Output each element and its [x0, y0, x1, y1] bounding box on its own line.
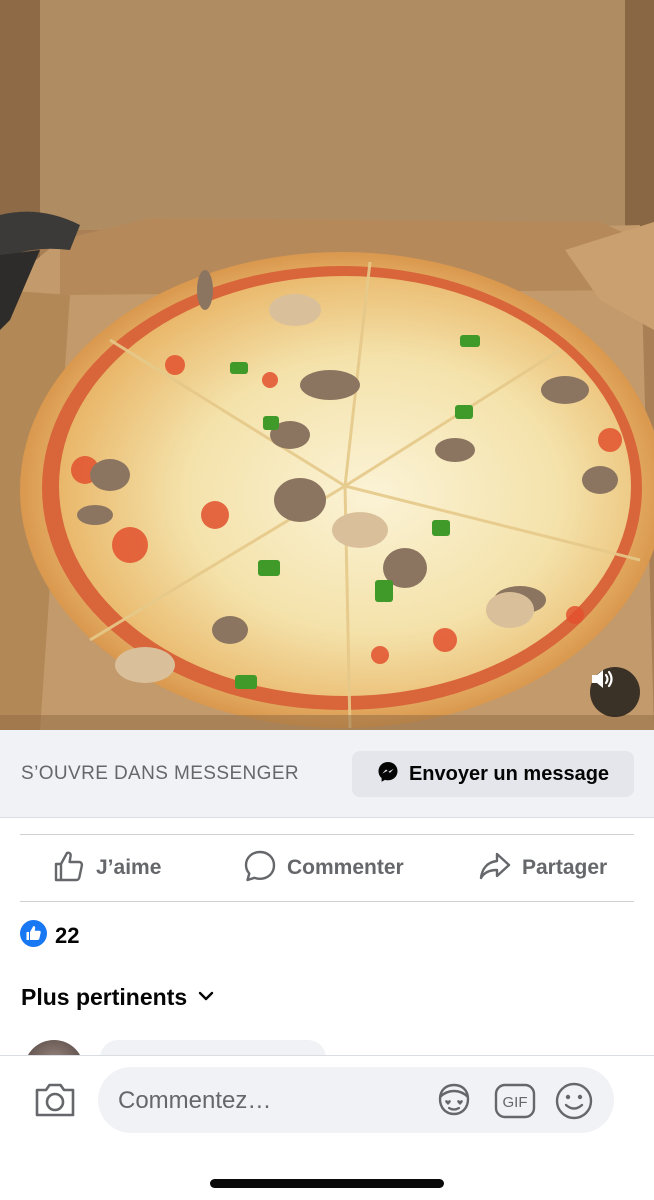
reaction-summary[interactable]: 22 — [20, 920, 79, 952]
divider — [20, 834, 634, 835]
messenger-icon — [377, 761, 399, 788]
comment-sort-dropdown[interactable]: Plus pertinents — [21, 984, 215, 1011]
share-label: Partager — [522, 856, 608, 879]
send-message-label: Envoyer un message — [408, 762, 610, 785]
thumbs-up-icon — [52, 849, 86, 888]
camera-icon[interactable] — [33, 1080, 77, 1125]
comment-button[interactable]: Commenter — [243, 848, 404, 888]
messenger-cta-bar: S’OUVRE DANS MESSENGER Envoyer un messag… — [0, 730, 654, 818]
post-video[interactable] — [0, 0, 654, 730]
like-button[interactable]: J’aime — [52, 848, 161, 888]
comment-label: Commenter — [287, 856, 404, 879]
chevron-down-icon — [197, 989, 215, 1007]
share-button[interactable]: Partager — [478, 848, 607, 888]
send-message-button[interactable]: Envoyer un message — [352, 751, 634, 797]
sound-toggle-button[interactable] — [590, 667, 640, 717]
comment-bubble-icon — [243, 849, 277, 888]
comment-input[interactable]: Commentez… GIF — [98, 1067, 614, 1133]
comment-composer: Commentez… GIF — [0, 1055, 654, 1200]
cta-label: S’OUVRE DANS MESSENGER — [21, 763, 300, 784]
like-reaction-icon — [20, 920, 47, 952]
reaction-count: 22 — [55, 923, 80, 948]
comment-placeholder: Commentez… — [118, 1087, 272, 1114]
comment-sort-label: Plus pertinents — [21, 984, 188, 1010]
share-arrow-icon — [478, 849, 512, 888]
pizza-image — [0, 0, 654, 730]
home-indicator — [210, 1179, 444, 1188]
avatar-sticker-icon[interactable] — [434, 1081, 474, 1124]
divider — [20, 901, 634, 902]
like-label: J’aime — [96, 856, 162, 879]
gif-label: GIF — [503, 1094, 528, 1111]
emoji-icon[interactable] — [554, 1081, 594, 1126]
gif-icon[interactable]: GIF — [494, 1083, 536, 1124]
